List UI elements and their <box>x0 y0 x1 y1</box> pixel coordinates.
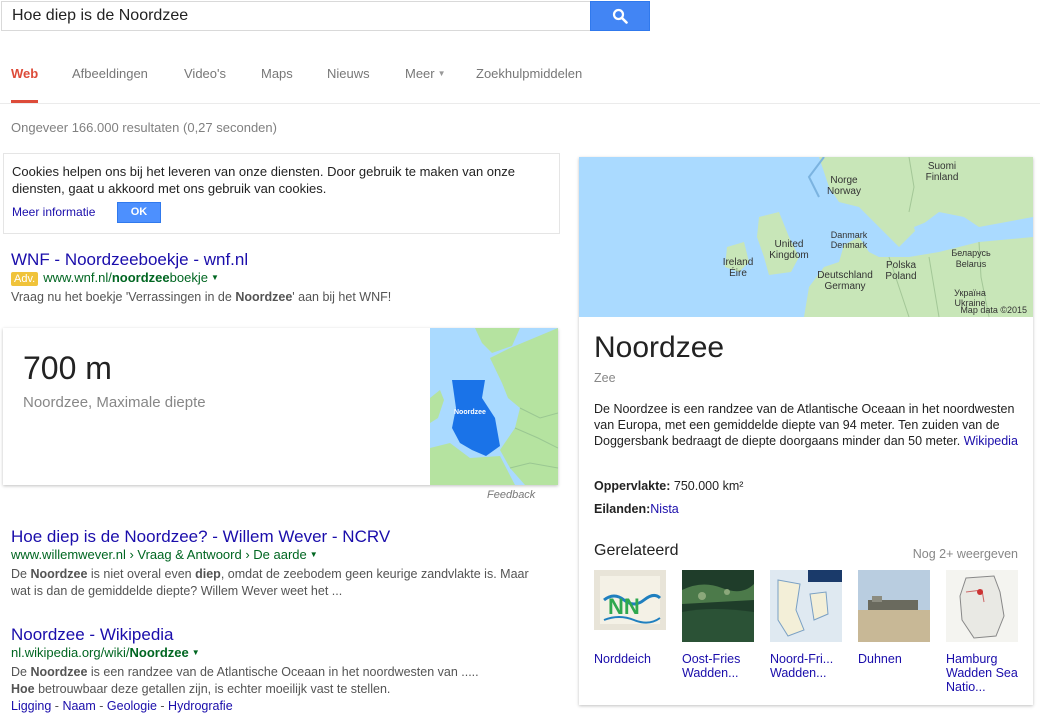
ad-url: Adv. www.wnf.nl/noordzeeboekje ▼ <box>11 270 219 286</box>
map-label: Poland <box>885 271 916 282</box>
related-thumbnail[interactable] <box>858 570 930 642</box>
knowledge-panel-description: De Noordzee is een randzee van de Atlant… <box>594 402 1018 448</box>
knowledge-panel-title: Noordzee <box>594 331 725 364</box>
cookie-notice: Cookies helpen ons bij het leveren van o… <box>3 153 560 234</box>
result-url: www.willemwever.nl › Vraag & Antwoord › … <box>11 547 318 562</box>
related-thumbnail[interactable] <box>682 570 754 642</box>
sitelink[interactable]: Ligging <box>11 699 51 713</box>
result-title[interactable]: Hoe diep is de Noordzee? - Willem Wever … <box>11 527 390 547</box>
cookie-ok-button[interactable]: OK <box>117 202 161 223</box>
tab-afbeeldingen[interactable]: Afbeeldingen <box>72 66 148 103</box>
search-box[interactable] <box>1 1 591 31</box>
related-thumbnail[interactable] <box>770 570 842 642</box>
cookie-text: Cookies helpen ons bij het leveren van o… <box>12 164 515 196</box>
map-image: Noordzee <box>430 328 558 485</box>
result-title[interactable]: Noordzee - Wikipedia <box>11 625 174 645</box>
tab-meer[interactable]: Meer ▼ <box>405 66 446 103</box>
sitelinks: Ligging - Naam - Geologie - Hydrografie <box>11 699 233 713</box>
result-snippet: De Noordzee is een randzee van de Atlant… <box>11 665 479 696</box>
related-item[interactable]: Noord-Fri... Wadden... <box>770 570 842 680</box>
chevron-down-icon[interactable]: ▼ <box>211 273 219 282</box>
svg-text:NN: NN <box>608 594 640 619</box>
answer-subtitle: Noordzee, Maximale diepte <box>23 394 206 411</box>
wikipedia-link[interactable]: Wikipedia <box>964 434 1018 448</box>
related-item[interactable]: Duhnen <box>858 570 930 666</box>
map-label: Germany <box>824 281 865 292</box>
knowledge-panel-map[interactable]: Suomi Finland Norge Norway United Kingdo… <box>579 157 1033 317</box>
map-label: Denmark <box>831 240 868 250</box>
map-label: Deutschland <box>817 270 873 281</box>
related-more-link[interactable]: Nog 2+ weergeven <box>913 547 1018 561</box>
tab-videos[interactable]: Video's <box>184 66 226 103</box>
tab-nieuws[interactable]: Nieuws <box>327 66 370 103</box>
map-label: Finland <box>926 172 959 183</box>
ad-badge: Adv. <box>11 272 39 286</box>
sitelink[interactable]: Geologie <box>107 699 157 713</box>
answer-map[interactable]: Noordzee <box>430 328 558 485</box>
chevron-down-icon[interactable]: ▼ <box>310 550 318 559</box>
search-button[interactable] <box>590 1 650 31</box>
answer-card: 700 m Noordzee, Maximale diepte Noordzee <box>3 328 558 485</box>
search-input[interactable] <box>12 7 591 25</box>
eilanden-link[interactable]: Nista <box>650 502 678 516</box>
tab-maps[interactable]: Maps <box>261 66 293 103</box>
related-item[interactable]: Oost-Fries Wadden... <box>682 570 754 680</box>
map-label: Norway <box>827 186 861 197</box>
map-label-noordzee: Noordzee <box>454 409 486 416</box>
map-label: Suomi <box>928 161 956 172</box>
knowledge-panel-type: Zee <box>594 371 616 385</box>
cookie-more-link[interactable]: Meer informatie <box>12 204 95 221</box>
feedback-link[interactable]: Feedback <box>487 489 535 501</box>
map-image: Suomi Finland Norge Norway United Kingdo… <box>579 157 1033 317</box>
map-label: Norge <box>830 175 858 186</box>
map-label: Belarus <box>956 259 987 269</box>
related-thumbnail[interactable]: NN <box>594 570 666 642</box>
result-url: nl.wikipedia.org/wiki/Noordzee ▼ <box>11 645 200 660</box>
tab-zoekhulpmiddelen[interactable]: Zoekhulpmiddelen <box>476 66 582 103</box>
map-label: Ireland <box>723 257 754 268</box>
fact-eilanden: Eilanden:Nista <box>594 502 679 516</box>
sitelink[interactable]: Naam <box>62 699 95 713</box>
chevron-down-icon[interactable]: ▼ <box>192 648 200 657</box>
related-thumbnail[interactable] <box>946 570 1018 642</box>
search-tabs: Web Afbeeldingen Video's Maps Nieuws Mee… <box>0 58 1040 104</box>
fact-oppervlakte: Oppervlakte: 750.000 km² <box>594 479 744 493</box>
ad-snippet: Vraag nu het boekje 'Verrassingen in de … <box>11 290 392 304</box>
map-label: Kingdom <box>769 250 808 261</box>
chevron-down-icon: ▼ <box>437 69 446 78</box>
map-label: Беларусь <box>951 248 991 258</box>
map-label: Україна <box>954 288 986 298</box>
answer-value: 700 m <box>23 350 112 386</box>
knowledge-panel: Suomi Finland Norge Norway United Kingdo… <box>579 157 1033 705</box>
related-heading: Gerelateerd <box>594 542 679 559</box>
search-icon <box>612 8 628 24</box>
tab-web[interactable]: Web <box>11 66 39 103</box>
map-label: Éire <box>729 266 747 279</box>
related-item[interactable]: NN Norddeich <box>594 570 666 666</box>
result-stats: Ongeveer 166.000 resultaten (0,27 second… <box>11 120 277 135</box>
ad-title[interactable]: WNF - Noordzeeboekje - wnf.nl <box>11 250 248 270</box>
map-attribution: Map data ©2015 <box>960 305 1027 315</box>
map-label: Polska <box>886 260 916 271</box>
sitelink[interactable]: Hydrografie <box>168 699 233 713</box>
map-label: United <box>775 239 804 250</box>
related-item[interactable]: Hamburg Wadden Sea Natio... <box>946 570 1018 694</box>
map-label: Danmark <box>831 230 868 240</box>
result-snippet: De Noordzee is niet overal even diep, om… <box>11 567 529 598</box>
